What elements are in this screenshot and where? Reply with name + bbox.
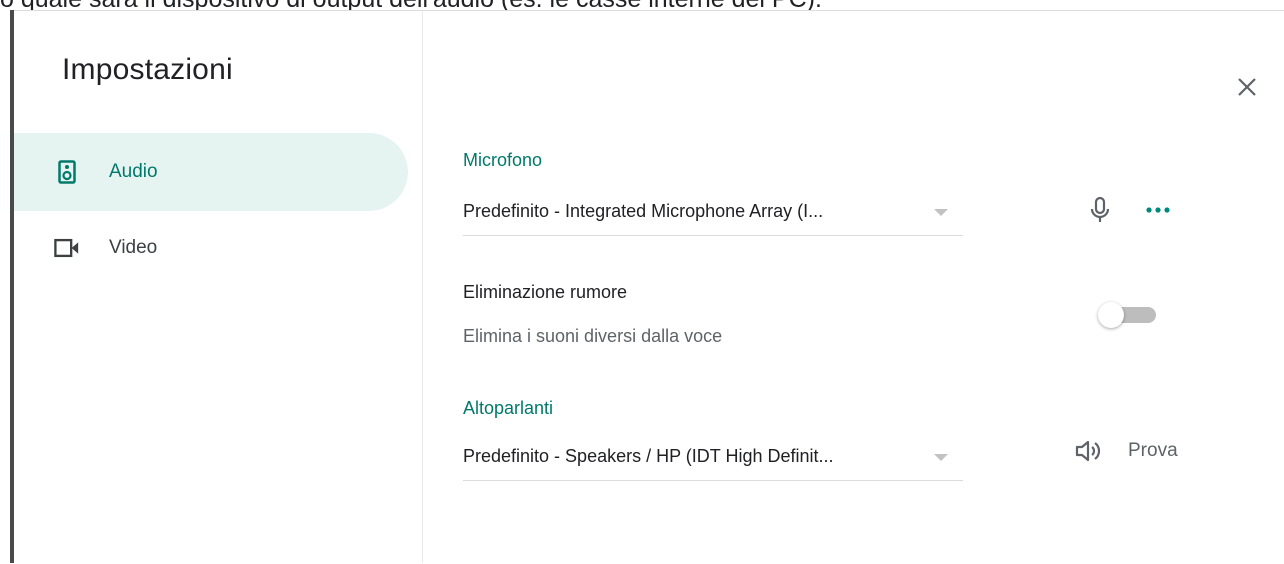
microphone-selected-value: Predefinito - Integrated Microphone Arra… <box>463 201 824 221</box>
dropdown-arrow-icon <box>934 454 948 461</box>
speaker-box-icon <box>54 159 80 185</box>
noise-cancellation-toggle[interactable] <box>1098 302 1158 328</box>
speakers-selected-value: Predefinito - Speakers / HP (IDT High De… <box>463 446 834 466</box>
settings-title: Impostazioni <box>62 53 233 86</box>
more-options-icon[interactable] <box>1143 200 1173 220</box>
sidebar-item-video[interactable]: Video <box>14 209 408 287</box>
video-camera-icon <box>54 235 80 261</box>
dropdown-arrow-icon <box>934 209 948 216</box>
speakers-label: Altoparlanti <box>463 398 554 418</box>
settings-sidebar: Impostazioni Audio Video <box>10 11 423 563</box>
volume-icon[interactable] <box>1074 437 1102 465</box>
test-speakers-button[interactable]: Prova <box>1128 440 1178 462</box>
sidebar-item-label: Video <box>109 237 158 258</box>
microphone-select[interactable]: Predefinito - Integrated Microphone Arra… <box>463 191 963 236</box>
sidebar-item-audio[interactable]: Audio <box>14 133 408 211</box>
speakers-select[interactable]: Predefinito - Speakers / HP (IDT High De… <box>463 436 963 481</box>
microphone-icon[interactable] <box>1086 196 1114 224</box>
microphone-label: Microfono <box>463 150 543 170</box>
sidebar-item-label: Audio <box>109 161 158 182</box>
close-button[interactable] <box>1232 72 1262 102</box>
noise-cancellation-description: Elimina i suoni diversi dalla voce <box>463 326 723 346</box>
noise-cancellation-title: Eliminazione rumore <box>463 282 628 302</box>
toggle-thumb <box>1098 302 1124 328</box>
close-icon <box>1238 78 1256 96</box>
